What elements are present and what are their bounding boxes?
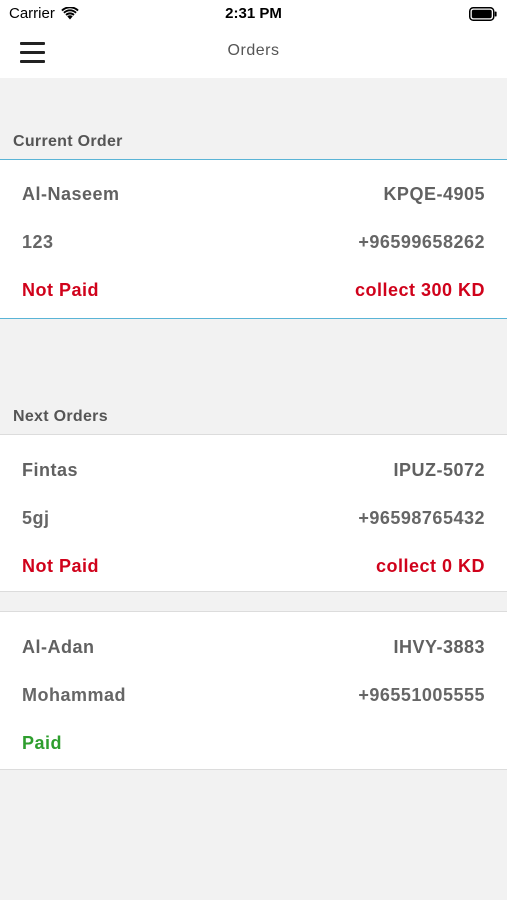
collect-amount: collect 300 KD — [354, 279, 485, 300]
order-row-payment: Paid — [22, 731, 485, 755]
status-bar: Carrier 2:31 PM — [0, 0, 507, 28]
next-order-card[interactable]: Fintas IPUZ-5072 5gj +96598765432 Not Pa… — [0, 434, 507, 592]
current-order-card[interactable]: Al-Naseem KPQE-4905 123 +96599658262 Not… — [0, 159, 507, 319]
next-order-card[interactable]: Al-Adan IHVY-3883 Mohammad +96551005555 … — [0, 611, 507, 770]
order-code: IPUZ-5072 — [393, 459, 485, 480]
order-row-customer-phone: 123 +96599658262 — [22, 230, 485, 254]
battery-icon — [469, 7, 497, 21]
order-row-area-code: Al-Adan IHVY-3883 — [22, 635, 485, 659]
order-phone[interactable]: +96598765432 — [358, 508, 485, 529]
order-phone[interactable]: +96551005555 — [358, 685, 485, 706]
order-customer: 5gj — [22, 507, 50, 528]
payment-status: Not Paid — [22, 279, 100, 300]
order-area: Fintas — [22, 459, 79, 480]
order-row-payment: Not Paid collect 0 KD — [22, 554, 485, 578]
order-row-customer-phone: Mohammad +96551005555 — [22, 683, 485, 707]
collect-amount: collect 0 KD — [375, 555, 485, 576]
order-code: IHVY-3883 — [393, 636, 485, 657]
order-area: Al-Naseem — [22, 183, 120, 204]
order-area: Al-Adan — [22, 636, 95, 657]
order-row-area-code: Fintas IPUZ-5072 — [22, 458, 485, 482]
status-time: 2:31 PM — [225, 5, 282, 22]
page-title: Orders — [227, 42, 280, 59]
order-customer: Mohammad — [22, 684, 127, 705]
order-phone[interactable]: +96599658262 — [358, 232, 485, 253]
order-row-payment: Not Paid collect 300 KD — [22, 278, 485, 302]
order-row-customer-phone: 5gj +96598765432 — [22, 506, 485, 530]
order-row-area-code: Al-Naseem KPQE-4905 — [22, 182, 485, 206]
next-orders-heading: Next Orders — [13, 408, 108, 425]
current-order-heading: Current Order — [13, 133, 123, 150]
payment-status: Not Paid — [22, 555, 100, 576]
order-code: KPQE-4905 — [383, 183, 485, 204]
order-customer: 123 — [22, 231, 54, 252]
payment-status: Paid — [22, 732, 63, 753]
navigation-bar: Orders — [0, 28, 507, 78]
